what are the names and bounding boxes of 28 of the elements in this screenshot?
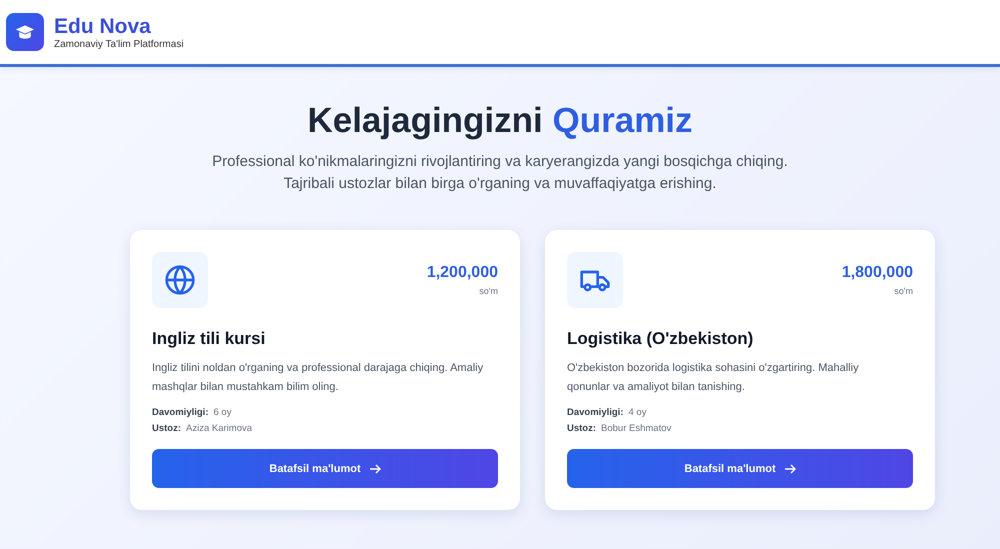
currency-label: so'm [894, 286, 913, 296]
meta-label: Davomiyligi: [567, 407, 624, 418]
meta-value: 4 oy [628, 407, 646, 418]
hero-title: Kelajagingizni [307, 101, 543, 140]
meta-label: Davomiyligi: [152, 407, 208, 418]
course-description: Ingliz tilini noldan o'rganing va professional darajaga chiqing. Amaliy mashqlar bilan mustahkam bilim oling. [152, 361, 484, 395]
meta-value: Bobur Eshmatov [601, 423, 672, 434]
details-button[interactable]: Batafsil ma'lumot [152, 449, 498, 488]
course-price: 1,800,000 [842, 264, 913, 282]
arrow-right-icon [784, 462, 796, 474]
brand-name: Edu Nova [54, 14, 152, 38]
globe-icon [164, 264, 196, 296]
brand-tagline: Zamonaviy Ta'lim Platformasi [54, 38, 184, 50]
hero-title-accent: Quramiz [552, 101, 693, 140]
arrow-right-icon [368, 462, 381, 474]
hero-subtitle: Tajribali ustozlar bilan birga o'rganing va muvaffaqiyatga erishing. [284, 175, 716, 192]
details-button[interactable]: Batafsil ma'lumot [567, 449, 913, 488]
course-title: Logistika (O'zbekiston) [567, 329, 754, 349]
currency-label: so'm [479, 286, 498, 296]
course-description: O'zbekiston bozorida logistika sohasini o'zgartiring. Mahalliy qonunlar va amaliyot bilan tanishing. [567, 361, 860, 395]
meta-label: Ustoz: [152, 423, 182, 434]
meta-value: Aziza Karimova [186, 423, 252, 434]
meta-value: 6 oy [214, 407, 232, 418]
course-price: 1,200,000 [426, 264, 498, 282]
course-title: Ingliz tili kursi [152, 329, 266, 349]
meta-label: Ustoz: [567, 423, 596, 434]
logo-icon [6, 13, 44, 51]
hero-subtitle: Professional ko'nikmalaringizni rivojlantiring va karyerangizda yangi bosqichga chiqing. [212, 153, 788, 170]
